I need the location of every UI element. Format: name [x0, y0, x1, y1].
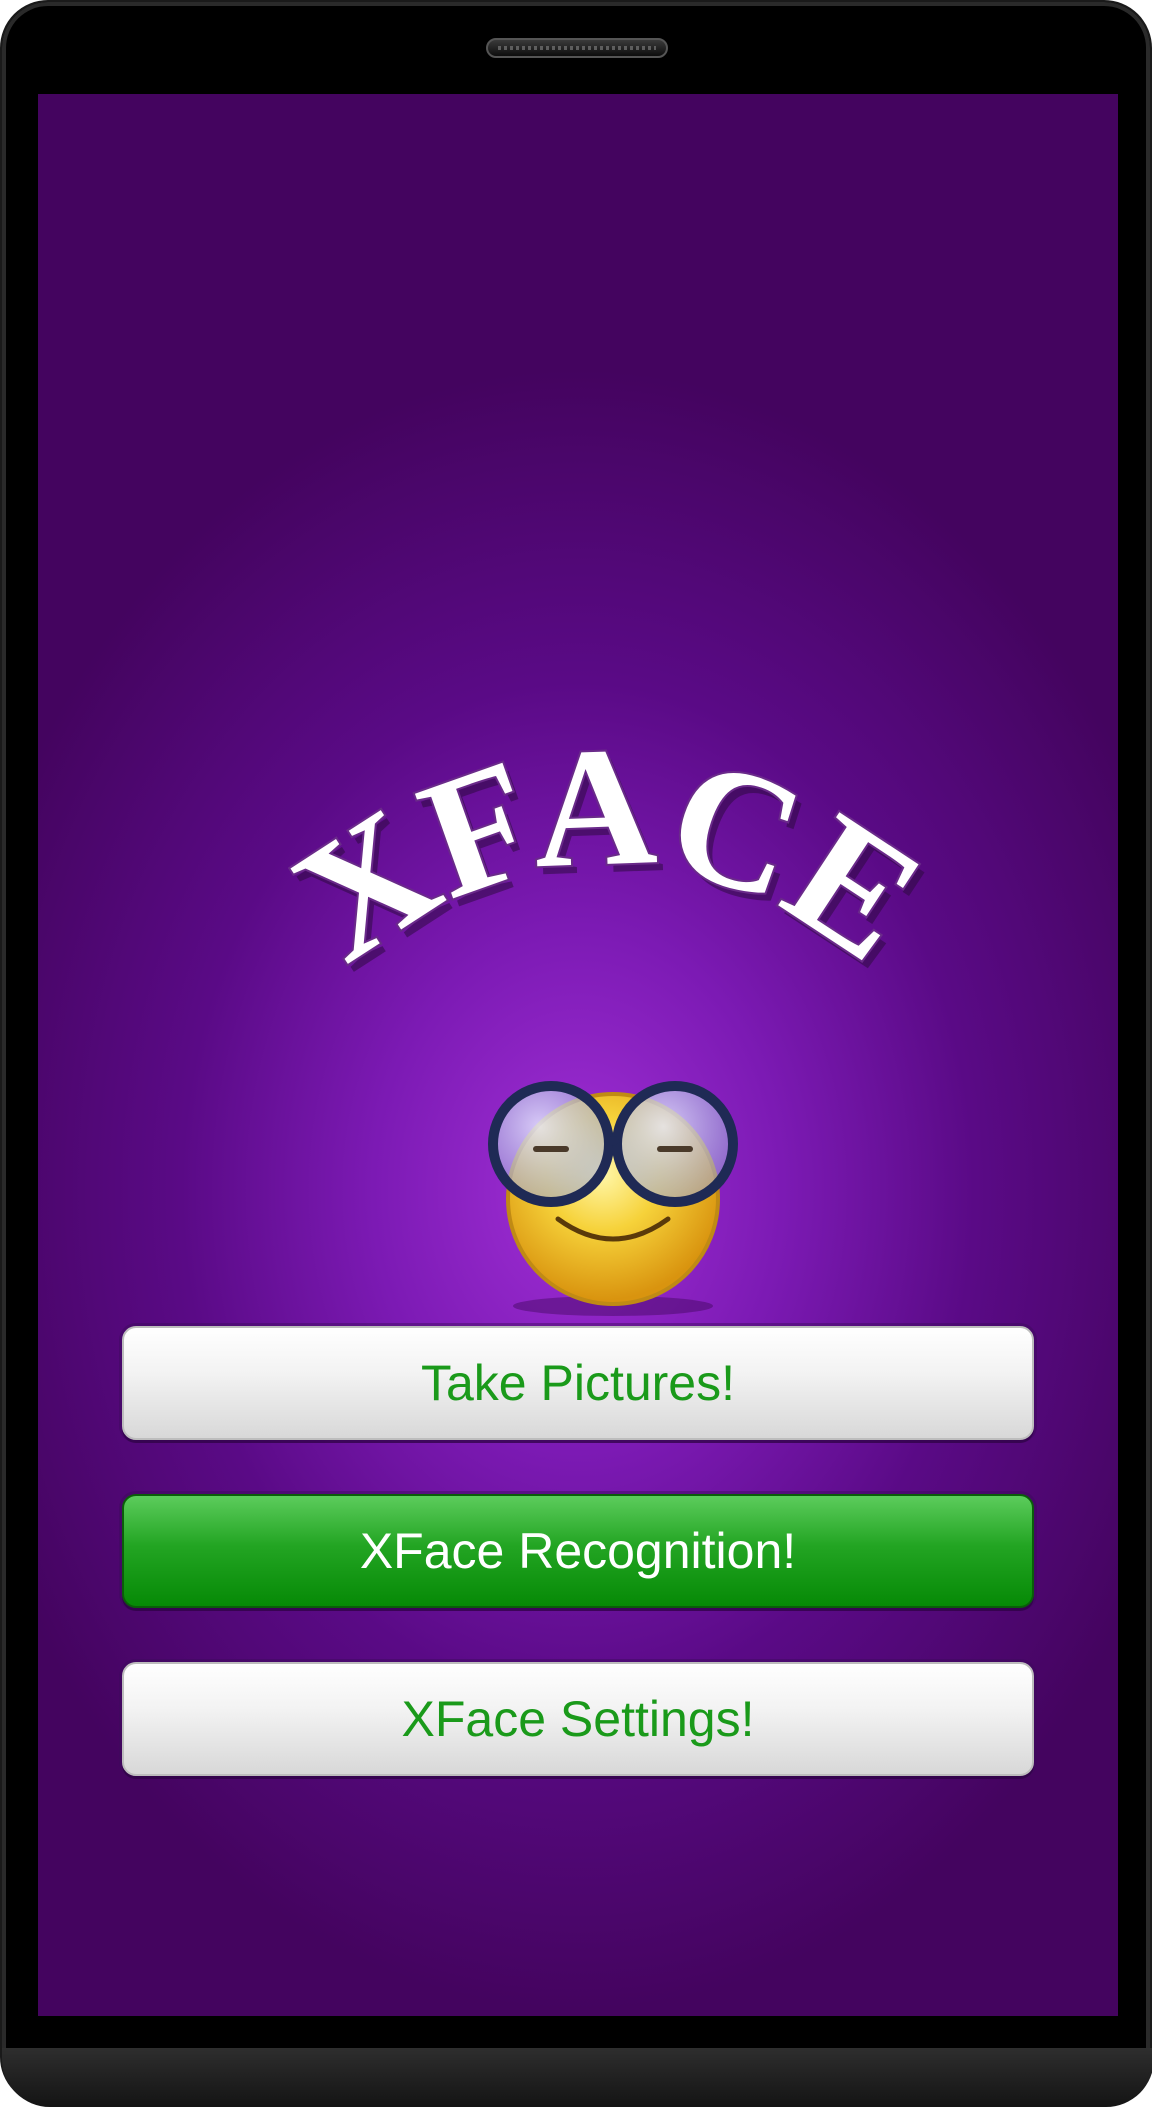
take-pictures-label: Take Pictures! — [420, 1355, 735, 1411]
xface-settings-button[interactable]: XFace Settings! — [122, 1662, 1034, 1776]
phone-bottom-bezel — [2, 2048, 1152, 2107]
xface-settings-label: XFace Settings! — [401, 1691, 755, 1747]
svg-text:XFACE: XFACE — [288, 711, 928, 997]
xface-recognition-label: XFace Recognition! — [359, 1523, 797, 1579]
logo-text: XFACE — [288, 709, 928, 999]
speaker-grille — [486, 38, 668, 58]
app-screen: XFACE XFACE — [38, 94, 1118, 2016]
xface-recognition-button[interactable]: XFace Recognition! — [122, 1494, 1034, 1608]
take-pictures-button[interactable]: Take Pictures! — [122, 1326, 1034, 1440]
smiley-glasses-icon — [488, 1081, 738, 1316]
phone-frame: XFACE XFACE — [0, 0, 1152, 2107]
